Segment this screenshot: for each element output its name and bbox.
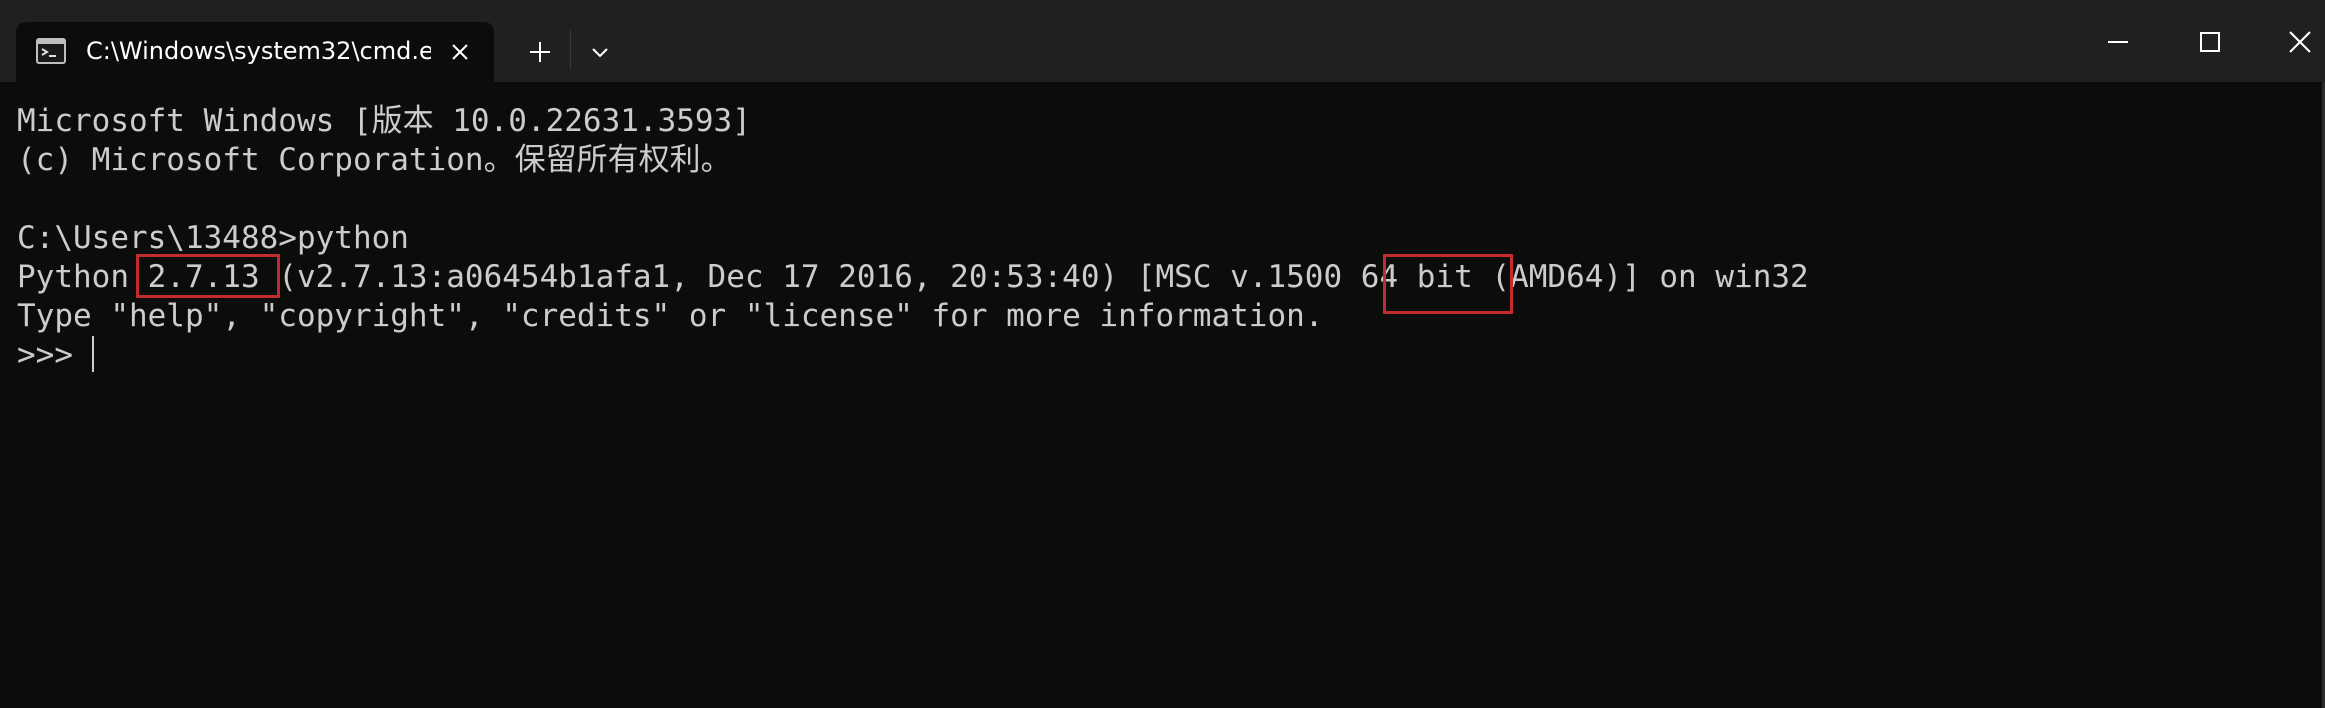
console-line: (c) Microsoft Corporation。保留所有权利。 xyxy=(17,142,732,178)
terminal-window: C:\Windows\system32\cmd.exe Microsoft Wi… xyxy=(0,0,2325,708)
maximize-icon[interactable] xyxy=(2186,18,2234,66)
chevron-down-icon[interactable] xyxy=(580,32,620,72)
highlight-box-version xyxy=(136,254,280,298)
close-icon[interactable] xyxy=(444,36,476,68)
tab-cmd[interactable]: C:\Windows\system32\cmd.exe xyxy=(16,22,494,82)
console-prompt: >>> xyxy=(17,337,92,373)
plus-icon[interactable] xyxy=(520,32,560,72)
close-window-icon[interactable] xyxy=(2276,18,2324,66)
text-cursor xyxy=(92,336,94,372)
console-line: Python 2.7.13 (v2.7.13:a06454b1afa1, Dec… xyxy=(17,259,1809,295)
minimize-icon[interactable] xyxy=(2094,18,2142,66)
console-output[interactable]: Microsoft Windows [版本 10.0.22631.3593] (… xyxy=(0,82,2325,708)
console-line: C:\Users\13488>python xyxy=(17,220,409,256)
title-bar: C:\Windows\system32\cmd.exe xyxy=(0,0,2325,82)
console-line: Type "help", "copyright", "credits" or "… xyxy=(17,298,1324,334)
console-line: Microsoft Windows [版本 10.0.22631.3593] xyxy=(17,103,751,139)
highlight-box-64bit xyxy=(1383,254,1513,314)
cmd-icon xyxy=(36,38,66,64)
tab-separator xyxy=(570,30,571,70)
tab-title: C:\Windows\system32\cmd.exe xyxy=(86,37,431,65)
